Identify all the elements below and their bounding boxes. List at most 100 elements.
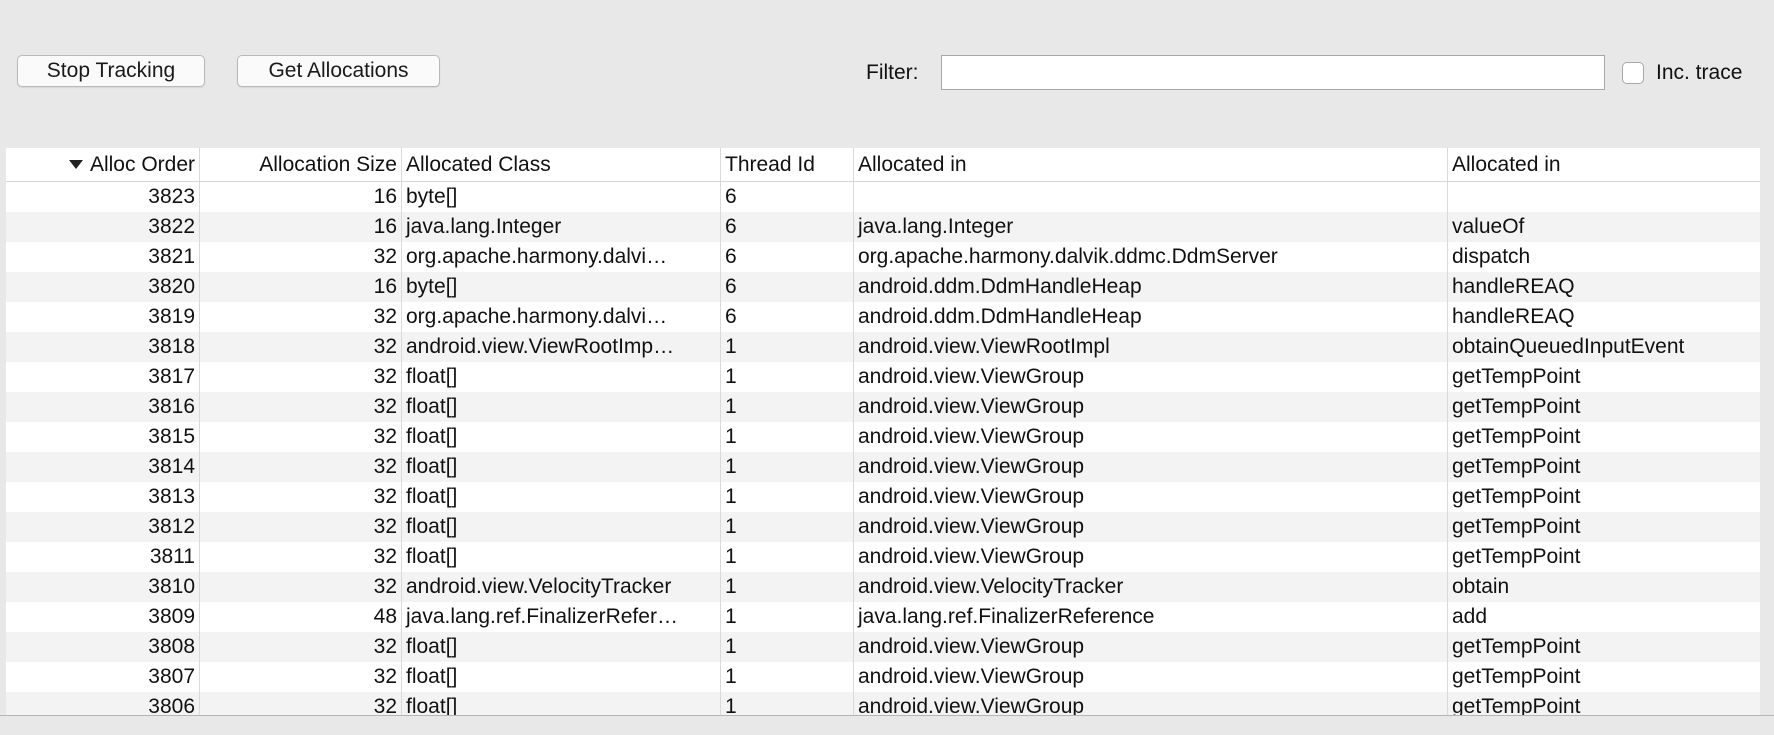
thread-id-cell: 1 <box>721 332 854 362</box>
alloc-order-cell: 3806 <box>6 692 200 715</box>
allocated-in-class-cell: java.lang.ref.FinalizerReference <box>854 602 1448 632</box>
allocated-class-cell: float[] <box>402 662 721 692</box>
allocated-class-cell: float[] <box>402 422 721 452</box>
allocated-class-cell: byte[] <box>402 182 721 212</box>
table-row[interactable]: 3812 32 float[] 1 android.view.ViewGroup getT… <box>6 512 1760 542</box>
alloc-order-cell: 3821 <box>6 242 200 272</box>
column-header-alloc-order[interactable]: Alloc Order <box>6 148 200 181</box>
table-row[interactable]: 3819 32 org.apache.harmony.dalvi… 6 android.… <box>6 302 1760 332</box>
allocated-in-method-cell: getTempPoint <box>1452 545 1581 568</box>
thread-id-cell: 1 <box>721 452 854 482</box>
allocated-in-class-cell: android.view.ViewRootImpl <box>854 332 1448 362</box>
allocation-size-cell: 32 <box>200 362 402 392</box>
allocated-class-cell: org.apache.harmony.dalvi… <box>402 242 721 272</box>
allocated-in-method-cell: obtain <box>1452 575 1510 598</box>
allocated-class-cell: android.view.ViewRootImp… <box>402 332 721 362</box>
allocated-in-method-cell: getTempPoint <box>1452 395 1581 418</box>
alloc-order-cell: 3807 <box>6 662 200 692</box>
allocated-in-method-cell: add <box>1452 605 1488 628</box>
get-allocations-button[interactable]: Get Allocations <box>237 55 440 87</box>
thread-id-cell: 1 <box>721 482 854 512</box>
filter-label: Filter: <box>866 61 919 84</box>
allocation-size-cell: 32 <box>200 572 402 602</box>
table-row[interactable]: 3813 32 float[] 1 android.view.ViewGroup getT… <box>6 482 1760 512</box>
allocated-in-method-cell: handleREAQ <box>1452 305 1575 328</box>
column-header-thread-id[interactable]: Thread Id <box>721 148 854 181</box>
table-row[interactable]: 3814 32 float[] 1 android.view.ViewGroup getT… <box>6 452 1760 482</box>
allocated-in-method-cell: getTempPoint <box>1452 515 1581 538</box>
allocated-in-class-cell: android.view.ViewGroup <box>854 452 1448 482</box>
allocated-in-class-cell <box>854 182 1448 212</box>
allocated-in-class-cell: android.view.ViewGroup <box>854 542 1448 572</box>
allocated-class-cell: float[] <box>402 632 721 662</box>
table-row[interactable]: 3823 16 byte[] 6 <box>6 182 1760 212</box>
thread-id-cell: 1 <box>721 572 854 602</box>
table-row[interactable]: 3821 32 org.apache.harmony.dalvi… 6 org.apac… <box>6 242 1760 272</box>
allocation-size-cell: 32 <box>200 542 402 572</box>
allocated-in-class-cell: android.view.ViewGroup <box>854 632 1448 662</box>
thread-id-cell: 6 <box>721 182 854 212</box>
allocation-size-cell: 32 <box>200 422 402 452</box>
column-header-allocated-in-method[interactable]: Allocated in <box>1448 148 1760 181</box>
allocated-class-cell: java.lang.ref.FinalizerRefer… <box>402 602 721 632</box>
table-row[interactable]: 3822 16 java.lang.Integer 6 java.lang.Intege… <box>6 212 1760 242</box>
column-header-allocated-class[interactable]: Allocated Class <box>402 148 721 181</box>
alloc-order-cell: 3810 <box>6 572 200 602</box>
allocation-size-cell: 32 <box>200 662 402 692</box>
table-header: Alloc Order Allocation Size Allocated Cl… <box>6 148 1760 182</box>
table-body: 3823 16 byte[] 6 3822 16 java.lang.Integer 6 jav… <box>6 182 1760 715</box>
column-header-allocation-size[interactable]: Allocation Size <box>200 148 402 181</box>
thread-id-cell: 6 <box>721 302 854 332</box>
table-row[interactable]: 3820 16 byte[] 6 android.ddm.DdmHandleHeap ha… <box>6 272 1760 302</box>
allocated-in-method-cell: getTempPoint <box>1452 695 1581 715</box>
thread-id-cell: 6 <box>721 242 854 272</box>
table-row[interactable]: 3817 32 float[] 1 android.view.ViewGroup getT… <box>6 362 1760 392</box>
allocated-in-method-cell: getTempPoint <box>1452 635 1581 658</box>
allocated-in-method-cell: handleREAQ <box>1452 275 1575 298</box>
allocated-in-class-cell: java.lang.Integer <box>854 212 1448 242</box>
table-row[interactable]: 3816 32 float[] 1 android.view.ViewGroup getT… <box>6 392 1760 422</box>
alloc-order-cell: 3809 <box>6 602 200 632</box>
allocation-size-cell: 32 <box>200 452 402 482</box>
allocated-in-method-cell: dispatch <box>1452 245 1531 268</box>
stop-tracking-button[interactable]: Stop Tracking <box>17 55 205 87</box>
table-row[interactable]: 3808 32 float[] 1 android.view.ViewGroup getT… <box>6 632 1760 662</box>
table-row[interactable]: 3809 48 java.lang.ref.FinalizerRefer… 1 java… <box>6 602 1760 632</box>
allocated-in-method-cell: getTempPoint <box>1452 455 1581 478</box>
alloc-order-cell: 3818 <box>6 332 200 362</box>
allocation-size-cell: 48 <box>200 602 402 632</box>
inc-trace-checkbox[interactable] <box>1622 62 1644 84</box>
thread-id-cell: 1 <box>721 362 854 392</box>
table-row[interactable]: 3811 32 float[] 1 android.view.ViewGroup getT… <box>6 542 1760 572</box>
column-header-allocated-in-class[interactable]: Allocated in <box>854 148 1448 181</box>
table-row[interactable]: 3810 32 android.view.VelocityTracker 1 andro… <box>6 572 1760 602</box>
alloc-order-cell: 3813 <box>6 482 200 512</box>
allocated-class-cell: float[] <box>402 692 721 715</box>
allocation-size-cell: 16 <box>200 182 402 212</box>
thread-id-cell: 1 <box>721 422 854 452</box>
allocated-in-method-cell: getTempPoint <box>1452 485 1581 508</box>
inc-trace-label: Inc. trace <box>1656 61 1743 84</box>
alloc-order-cell: 3808 <box>6 632 200 662</box>
allocation-size-cell: 16 <box>200 272 402 302</box>
allocated-in-class-cell: org.apache.harmony.dalvik.ddmc.DdmServer <box>854 242 1448 272</box>
thread-id-cell: 1 <box>721 542 854 572</box>
alloc-order-cell: 3814 <box>6 452 200 482</box>
allocated-in-method-cell: obtainQueuedInputEvent <box>1452 335 1685 358</box>
table-row[interactable]: 3807 32 float[] 1 android.view.ViewGroup getT… <box>6 662 1760 692</box>
allocation-size-cell: 32 <box>200 302 402 332</box>
table-row[interactable]: 3815 32 float[] 1 android.view.ViewGroup getT… <box>6 422 1760 452</box>
allocated-in-class-cell: android.view.ViewGroup <box>854 482 1448 512</box>
horizontal-divider[interactable] <box>0 715 1774 735</box>
table-row[interactable]: 3806 32 float[] 1 android.view.ViewGroup getT… <box>6 692 1760 715</box>
allocated-class-cell: byte[] <box>402 272 721 302</box>
allocations-table: Alloc Order Allocation Size Allocated Cl… <box>6 148 1760 715</box>
table-row[interactable]: 3818 32 android.view.ViewRootImp… 1 android.… <box>6 332 1760 362</box>
filter-input[interactable] <box>941 55 1605 90</box>
allocated-class-cell: java.lang.Integer <box>402 212 721 242</box>
alloc-order-cell: 3819 <box>6 302 200 332</box>
allocated-in-class-cell: android.ddm.DdmHandleHeap <box>854 302 1448 332</box>
alloc-order-cell: 3817 <box>6 362 200 392</box>
thread-id-cell: 1 <box>721 602 854 632</box>
thread-id-cell: 6 <box>721 212 854 242</box>
